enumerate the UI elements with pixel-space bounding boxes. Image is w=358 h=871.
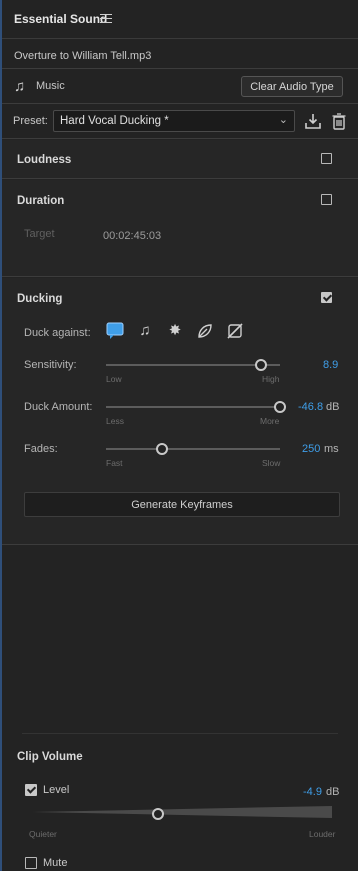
duck-amount-min-label: Less xyxy=(106,416,124,426)
preset-label: Preset: xyxy=(13,115,48,127)
level-slider-knob[interactable] xyxy=(152,808,164,820)
duck-amount-slider-knob[interactable] xyxy=(274,401,286,413)
level-max-label: Louder xyxy=(309,829,336,839)
sensitivity-slider-track[interactable] xyxy=(106,364,280,366)
fades-max-label: Slow xyxy=(262,458,281,468)
level-min-label: Quieter xyxy=(29,829,57,839)
chevron-down-icon: ⌄ xyxy=(278,114,288,126)
divider xyxy=(2,138,358,139)
divider xyxy=(2,178,358,179)
fades-unit: ms xyxy=(324,443,339,455)
duration-checkbox[interactable] xyxy=(321,194,332,205)
fades-value[interactable]: 250 xyxy=(302,443,320,455)
fades-slider-track[interactable] xyxy=(106,448,280,450)
hamburger-menu-icon[interactable] xyxy=(100,11,112,23)
music-note-icon[interactable]: ♫ xyxy=(136,322,154,340)
level-slider-track[interactable] xyxy=(32,805,332,819)
fades-label: Fades: xyxy=(24,443,58,455)
clip-volume-title: Clip Volume xyxy=(17,751,83,763)
sensitivity-slider-knob[interactable] xyxy=(254,359,267,371)
panel-header: Essential Sound xyxy=(2,0,358,39)
fades-slider-knob[interactable] xyxy=(155,443,168,455)
duck-amount-slider-track[interactable] xyxy=(106,406,280,408)
duck-amount-value[interactable]: -46.8 xyxy=(298,401,323,413)
level-unit: dB xyxy=(326,786,340,798)
generate-keyframes-button[interactable]: Generate Keyframes xyxy=(24,492,340,517)
clear-audio-type-button[interactable]: Clear Audio Type xyxy=(241,76,343,97)
trash-icon[interactable] xyxy=(331,112,347,130)
music-note-icon: ♫ xyxy=(14,78,26,95)
sensitivity-min-label: Low xyxy=(106,374,122,384)
sensitivity-value[interactable]: 8.9 xyxy=(323,359,338,371)
level-value[interactable]: -4.9 xyxy=(303,786,322,798)
duck-against-label: Duck against: xyxy=(24,327,91,339)
preset-value: Hard Vocal Ducking * xyxy=(60,115,169,127)
dialogue-icon[interactable] xyxy=(106,322,124,340)
duration-target-value: 00:02:45:03 xyxy=(103,230,162,242)
panel-title: Essential Sound xyxy=(14,12,108,26)
sfx-burst-icon[interactable]: ✸ xyxy=(166,322,184,340)
sensitivity-label: Sensitivity: xyxy=(24,359,77,371)
divider xyxy=(2,68,358,69)
audio-type-label: Music xyxy=(36,80,65,92)
loudness-title: Loudness xyxy=(17,154,72,166)
divider xyxy=(2,103,358,104)
divider xyxy=(2,276,358,277)
level-checkbox[interactable] xyxy=(25,784,37,796)
clip-filename: Overture to William Tell.mp3 xyxy=(14,50,152,62)
divider xyxy=(2,544,358,545)
mute-checkbox[interactable] xyxy=(25,857,37,869)
loudness-checkbox[interactable] xyxy=(321,153,332,164)
mute-label: Mute xyxy=(43,857,68,869)
fades-min-label: Fast xyxy=(106,458,123,468)
duck-amount-unit: dB xyxy=(326,401,340,413)
divider xyxy=(22,733,338,734)
duration-title: Duration xyxy=(17,195,65,207)
ducking-checkbox[interactable] xyxy=(321,292,332,303)
duck-amount-max-label: More xyxy=(260,416,280,426)
ducking-title: Ducking xyxy=(17,293,63,305)
duck-amount-label: Duck Amount: xyxy=(24,401,93,413)
unassigned-icon[interactable] xyxy=(226,322,244,340)
preset-dropdown[interactable]: Hard Vocal Ducking * ⌄ xyxy=(53,110,295,132)
save-preset-icon[interactable] xyxy=(305,112,321,130)
duration-target-label: Target xyxy=(24,228,55,240)
sensitivity-max-label: High xyxy=(262,374,280,384)
ambience-leaf-icon[interactable] xyxy=(196,322,214,340)
level-label: Level xyxy=(43,784,70,796)
